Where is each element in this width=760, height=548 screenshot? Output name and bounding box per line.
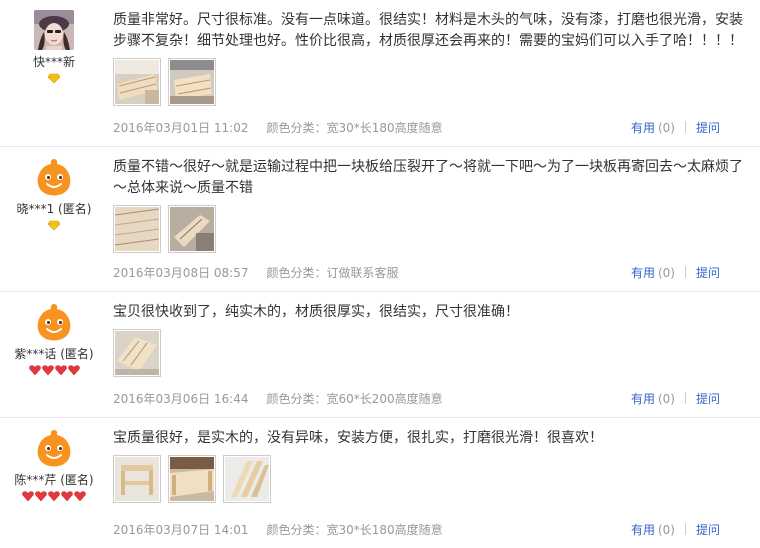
review-text: 宝贝很快收到了，纯实木的，材质很厚实，很结实，尺寸很准确！ bbox=[113, 304, 519, 320]
review-photo-thumbnail[interactable] bbox=[168, 205, 216, 253]
reviewer-name: 紫***话 (匿名) bbox=[14, 347, 94, 361]
ask-question-link[interactable]: 提问 bbox=[696, 266, 720, 280]
reviewer-info: 晓***1 (匿名) bbox=[0, 157, 108, 232]
reviewer-name: 陈***芹 (匿名) bbox=[14, 473, 94, 487]
avatar[interactable] bbox=[34, 428, 74, 468]
sku-spec: 颜色分类：订做联系客服 bbox=[266, 266, 399, 280]
review-item: 晓***1 (匿名) 质量不错～很好～就是运输过程中把一块板给压裂开了～将就一下… bbox=[0, 147, 760, 292]
review-text: 质量非常好。尺寸很标准。没有一点味道。很结实！材料是木头的气味，没有漆，打磨也很… bbox=[113, 12, 743, 49]
review-actions: 有用 (0) 提问 bbox=[631, 119, 720, 136]
reviewer-name: 快***新 bbox=[32, 55, 75, 69]
red-heart-icon bbox=[41, 365, 54, 375]
review-photos bbox=[113, 329, 748, 377]
review-item: 紫***话 (匿名) 宝贝很快收到了，纯实木的，材质很厚实，很结实，尺寸很准确！… bbox=[0, 292, 760, 418]
review-date: 2016年03月08日 08:57 bbox=[113, 266, 249, 280]
divider bbox=[684, 121, 686, 133]
useful-count: (0) bbox=[657, 266, 675, 280]
red-heart-icon bbox=[35, 491, 47, 501]
review-item: 快***新 质量非常好。尺寸很标准。没有一点味道。很结实！材料是木头的气味，没有… bbox=[0, 0, 760, 147]
diamond-icon bbox=[48, 220, 60, 230]
review-meta: 2016年03月06日 16:44 颜色分类：宽60*长200高度随意 bbox=[113, 390, 443, 407]
review-actions: 有用 (0) 提问 bbox=[631, 521, 720, 538]
sku-spec: 颜色分类：宽30*长180高度随意 bbox=[266, 523, 443, 537]
useful-count: (0) bbox=[657, 523, 675, 537]
reviewer-info: 紫***话 (匿名) bbox=[0, 302, 108, 377]
reviewer-name: 晓***1 (匿名) bbox=[16, 202, 92, 216]
review-date: 2016年03月07日 14:01 bbox=[113, 523, 249, 537]
sku-spec: 颜色分类：宽30*长180高度随意 bbox=[266, 121, 443, 135]
avatar[interactable] bbox=[34, 10, 74, 50]
ask-question-link[interactable]: 提问 bbox=[696, 523, 720, 537]
divider bbox=[684, 266, 686, 278]
useful-button[interactable]: 有用 bbox=[631, 121, 655, 135]
review-actions: 有用 (0) 提问 bbox=[631, 390, 720, 407]
divider bbox=[684, 523, 686, 535]
useful-count: (0) bbox=[657, 121, 675, 135]
red-heart-icon bbox=[22, 491, 34, 501]
review-meta: 2016年03月08日 08:57 颜色分类：订做联系客服 bbox=[113, 264, 399, 281]
review-photo-thumbnail[interactable] bbox=[168, 58, 216, 106]
red-heart-icon bbox=[74, 491, 86, 501]
review-text: 质量不错～很好～就是运输过程中把一块板给压裂开了～将就一下吧～为了一块板再寄回去… bbox=[113, 159, 743, 196]
review-photo-thumbnail[interactable] bbox=[113, 455, 161, 503]
review-date: 2016年03月01日 11:02 bbox=[113, 121, 249, 135]
review-photos bbox=[113, 205, 748, 253]
useful-button[interactable]: 有用 bbox=[631, 523, 655, 537]
review-item: 陈***芹 (匿名) 宝质量很好，是实木的，没有异味，安装方便，很扎实，打磨很光… bbox=[0, 418, 760, 548]
review-content: 宝质量很好，是实木的，没有异味，安装方便，很扎实，打磨很光滑！很喜欢！ bbox=[113, 428, 748, 503]
review-meta: 2016年03月07日 14:01 颜色分类：宽30*长180高度随意 bbox=[113, 521, 443, 538]
useful-button[interactable]: 有用 bbox=[631, 392, 655, 406]
review-photo-thumbnail[interactable] bbox=[113, 58, 161, 106]
review-text: 宝质量很好，是实木的，没有异味，安装方便，很扎实，打磨很光滑！很喜欢！ bbox=[113, 430, 603, 446]
buyer-level-badge bbox=[0, 220, 108, 232]
avatar[interactable] bbox=[34, 302, 74, 342]
review-photo-thumbnail[interactable] bbox=[113, 205, 161, 253]
review-date: 2016年03月06日 16:44 bbox=[113, 392, 249, 406]
ask-question-link[interactable]: 提问 bbox=[696, 121, 720, 135]
red-heart-icon bbox=[48, 491, 60, 501]
useful-button[interactable]: 有用 bbox=[631, 266, 655, 280]
diamond-icon bbox=[48, 73, 60, 83]
review-photo-thumbnail[interactable] bbox=[168, 455, 216, 503]
review-content: 质量非常好。尺寸很标准。没有一点味道。很结实！材料是木头的气味，没有漆，打磨也很… bbox=[113, 10, 748, 106]
avatar[interactable] bbox=[34, 157, 74, 197]
red-heart-icon bbox=[54, 365, 67, 375]
review-photo-thumbnail[interactable] bbox=[113, 329, 161, 377]
buyer-level-badge bbox=[0, 73, 108, 85]
review-actions: 有用 (0) 提问 bbox=[631, 264, 720, 281]
useful-count: (0) bbox=[657, 392, 675, 406]
review-photo-thumbnail[interactable] bbox=[223, 455, 271, 503]
review-meta: 2016年03月01日 11:02 颜色分类：宽30*长180高度随意 bbox=[113, 119, 443, 136]
red-heart-icon bbox=[67, 365, 80, 375]
buyer-level-badge bbox=[0, 491, 108, 503]
review-photos bbox=[113, 58, 748, 106]
sku-spec: 颜色分类：宽60*长200高度随意 bbox=[266, 392, 443, 406]
review-photos bbox=[113, 455, 748, 503]
divider bbox=[684, 392, 686, 404]
reviewer-info: 陈***芹 (匿名) bbox=[0, 428, 108, 503]
review-content: 宝贝很快收到了，纯实木的，材质很厚实，很结实，尺寸很准确！ bbox=[113, 302, 748, 377]
reviewer-info: 快***新 bbox=[0, 10, 108, 85]
buyer-level-badge bbox=[0, 365, 108, 377]
red-heart-icon bbox=[28, 365, 41, 375]
red-heart-icon bbox=[61, 491, 73, 501]
ask-question-link[interactable]: 提问 bbox=[696, 392, 720, 406]
review-content: 质量不错～很好～就是运输过程中把一块板给压裂开了～将就一下吧～为了一块板再寄回去… bbox=[113, 157, 748, 253]
